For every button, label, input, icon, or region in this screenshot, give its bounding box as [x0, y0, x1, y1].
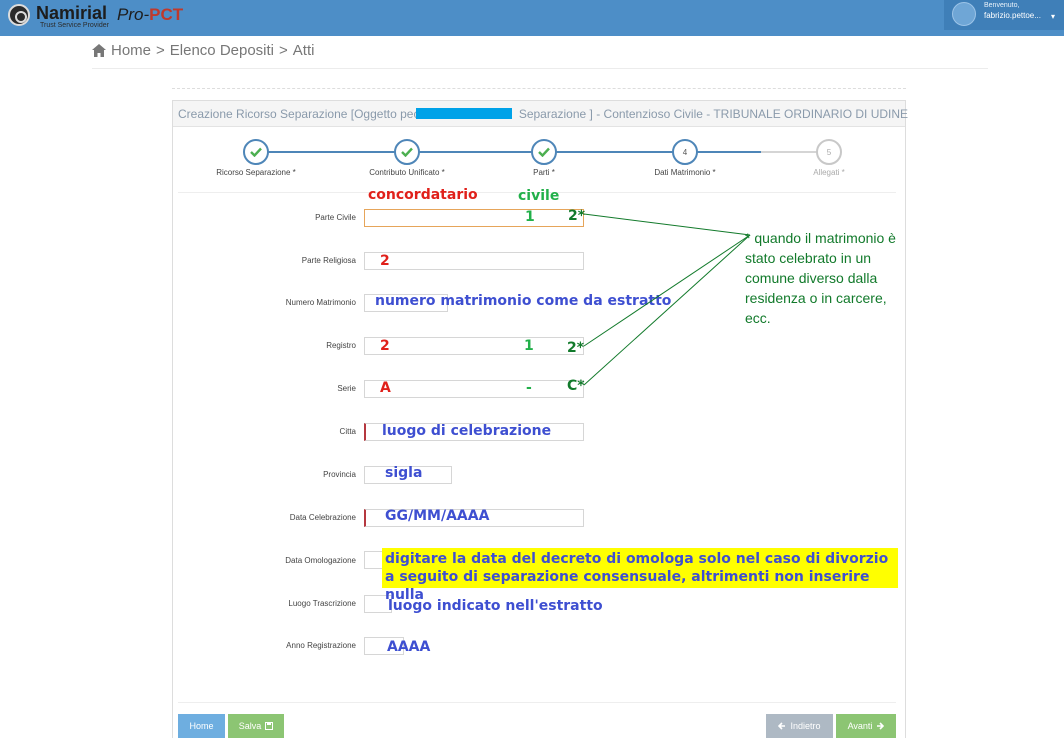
- arrow-left-icon: [778, 722, 786, 730]
- brand-name: Namirial: [36, 3, 108, 23]
- annotation-side-note: * quando il matrimonio è stato celebrato…: [745, 230, 896, 326]
- step-4-circle[interactable]: 4: [672, 139, 698, 165]
- breadcrumb-home[interactable]: Home: [111, 42, 151, 59]
- step-3-label[interactable]: Parti *: [533, 168, 555, 177]
- check-icon: [401, 147, 413, 157]
- step-5-circle[interactable]: 5: [816, 139, 842, 165]
- divider: [92, 68, 988, 69]
- annotation-serie-c: C*: [567, 378, 585, 394]
- annotation-citta: luogo di celebrazione: [382, 423, 552, 439]
- annotation-parte-civile-1: 1: [525, 209, 535, 225]
- annotation-serie-dash: -: [526, 380, 532, 396]
- panel-title: Creazione Ricorso Separazione [Oggetto p…: [178, 107, 908, 121]
- welcome-text: Benvenuto,: [984, 2, 1020, 9]
- step-1-label[interactable]: Ricorso Separazione *: [216, 168, 296, 177]
- divider: [172, 88, 906, 89]
- label-data-omologazione: Data Omologazione: [285, 556, 356, 565]
- product-name: Pro-PCT: [117, 5, 183, 25]
- annotation-registro-2: 2: [380, 338, 390, 354]
- panel-title-after: Separazione ] - Contenzioso Civile - TRI…: [518, 107, 909, 121]
- floppy-icon: [265, 722, 274, 730]
- annotation-concordatario: concordatario: [368, 187, 478, 203]
- namirial-logo-icon: [8, 4, 30, 26]
- annotation-anno-registrazione: AAAA: [387, 639, 431, 655]
- home-button[interactable]: Home: [178, 714, 225, 738]
- step-connector: [544, 151, 685, 153]
- parte-civile-input[interactable]: [364, 209, 584, 227]
- product-prefix: Pro-: [117, 5, 150, 24]
- registro-input[interactable]: [364, 337, 584, 355]
- home-button-label: Home: [189, 721, 214, 731]
- annotation-provincia: sigla: [385, 465, 423, 481]
- save-button-label: Salva: [238, 721, 262, 731]
- check-icon: [250, 147, 262, 157]
- step-connector: [256, 151, 407, 153]
- breadcrumb: Home > Elenco Depositi > Atti: [92, 40, 314, 60]
- annotation-luogo-trascrizione: luogo indicato nell'estratto: [388, 598, 603, 614]
- label-parte-civile: Parte Civile: [315, 213, 356, 222]
- home-icon[interactable]: [92, 43, 106, 57]
- brand-subtitle: Trust Service Provider: [40, 22, 109, 29]
- chevron-down-icon[interactable]: ▾: [1051, 12, 1055, 21]
- panel-title-before: Creazione Ricorso Separazione [Oggetto p…: [178, 107, 423, 121]
- label-data-celebrazione: Data Celebrazione: [289, 513, 356, 522]
- annotation-registro-1: 1: [524, 338, 534, 354]
- check-icon: [538, 147, 550, 157]
- label-anno-registrazione: Anno Registrazione: [286, 641, 356, 650]
- annotation-numero-matrimonio: numero matrimonio come da estratto: [375, 293, 672, 309]
- annotation-registro-2star: 2*: [567, 340, 585, 356]
- step-1-circle[interactable]: [243, 139, 269, 165]
- annotation-data-omologazione: digitare la data del decreto di omologa …: [382, 548, 898, 603]
- save-button[interactable]: Salva: [228, 714, 284, 738]
- step-2-circle[interactable]: [394, 139, 420, 165]
- product-accent: PCT: [149, 5, 184, 24]
- annotation-data-celebrazione: GG/MM/AAAA: [385, 508, 490, 524]
- next-button-label: Avanti: [847, 721, 873, 731]
- back-button-label: Indietro: [790, 721, 821, 731]
- step-4-label[interactable]: Dati Matrimonio *: [654, 168, 715, 177]
- user-avatar[interactable]: [952, 2, 976, 26]
- data-omologazione-input[interactable]: [364, 551, 384, 569]
- redaction-bar: [416, 108, 512, 119]
- breadcrumb-separator: >: [279, 41, 288, 59]
- label-serie: Serie: [337, 384, 356, 393]
- annotation-civile: civile: [518, 188, 560, 204]
- username[interactable]: fabrizio.pettoe...: [984, 11, 1041, 20]
- app-root: Namirial Trust Service Provider Pro-PCT …: [0, 0, 1064, 738]
- breadcrumb-separator: >: [156, 41, 165, 59]
- annotation-serie-a: A: [380, 380, 391, 396]
- annotation-parte-civile-2: 2*: [568, 208, 586, 224]
- label-parte-religiosa: Parte Religiosa: [301, 256, 356, 265]
- step-3-circle[interactable]: [531, 139, 557, 165]
- divider: [178, 702, 896, 703]
- breadcrumb-atti[interactable]: Atti: [293, 42, 315, 59]
- breadcrumb-elenco-depositi[interactable]: Elenco Depositi: [170, 42, 274, 59]
- label-registro: Registro: [326, 341, 356, 350]
- parte-religiosa-input[interactable]: [364, 252, 584, 270]
- label-provincia: Provincia: [323, 470, 356, 479]
- step-2-label[interactable]: Contributo Unificato *: [369, 168, 445, 177]
- label-luogo-trascrizione: Luogo Trascrizione: [288, 599, 356, 608]
- arrow-right-icon: [877, 722, 885, 730]
- step-5-label[interactable]: Allegati *: [813, 168, 845, 177]
- label-citta: Citta: [339, 427, 356, 436]
- label-numero-matrimonio: Numero Matrimonio: [285, 298, 356, 307]
- annotation-parte-religiosa-2: 2: [380, 253, 390, 269]
- back-button[interactable]: Indietro: [766, 714, 833, 738]
- serie-input[interactable]: [364, 380, 584, 398]
- next-button[interactable]: Avanti: [836, 714, 896, 738]
- step-connector: [407, 151, 544, 153]
